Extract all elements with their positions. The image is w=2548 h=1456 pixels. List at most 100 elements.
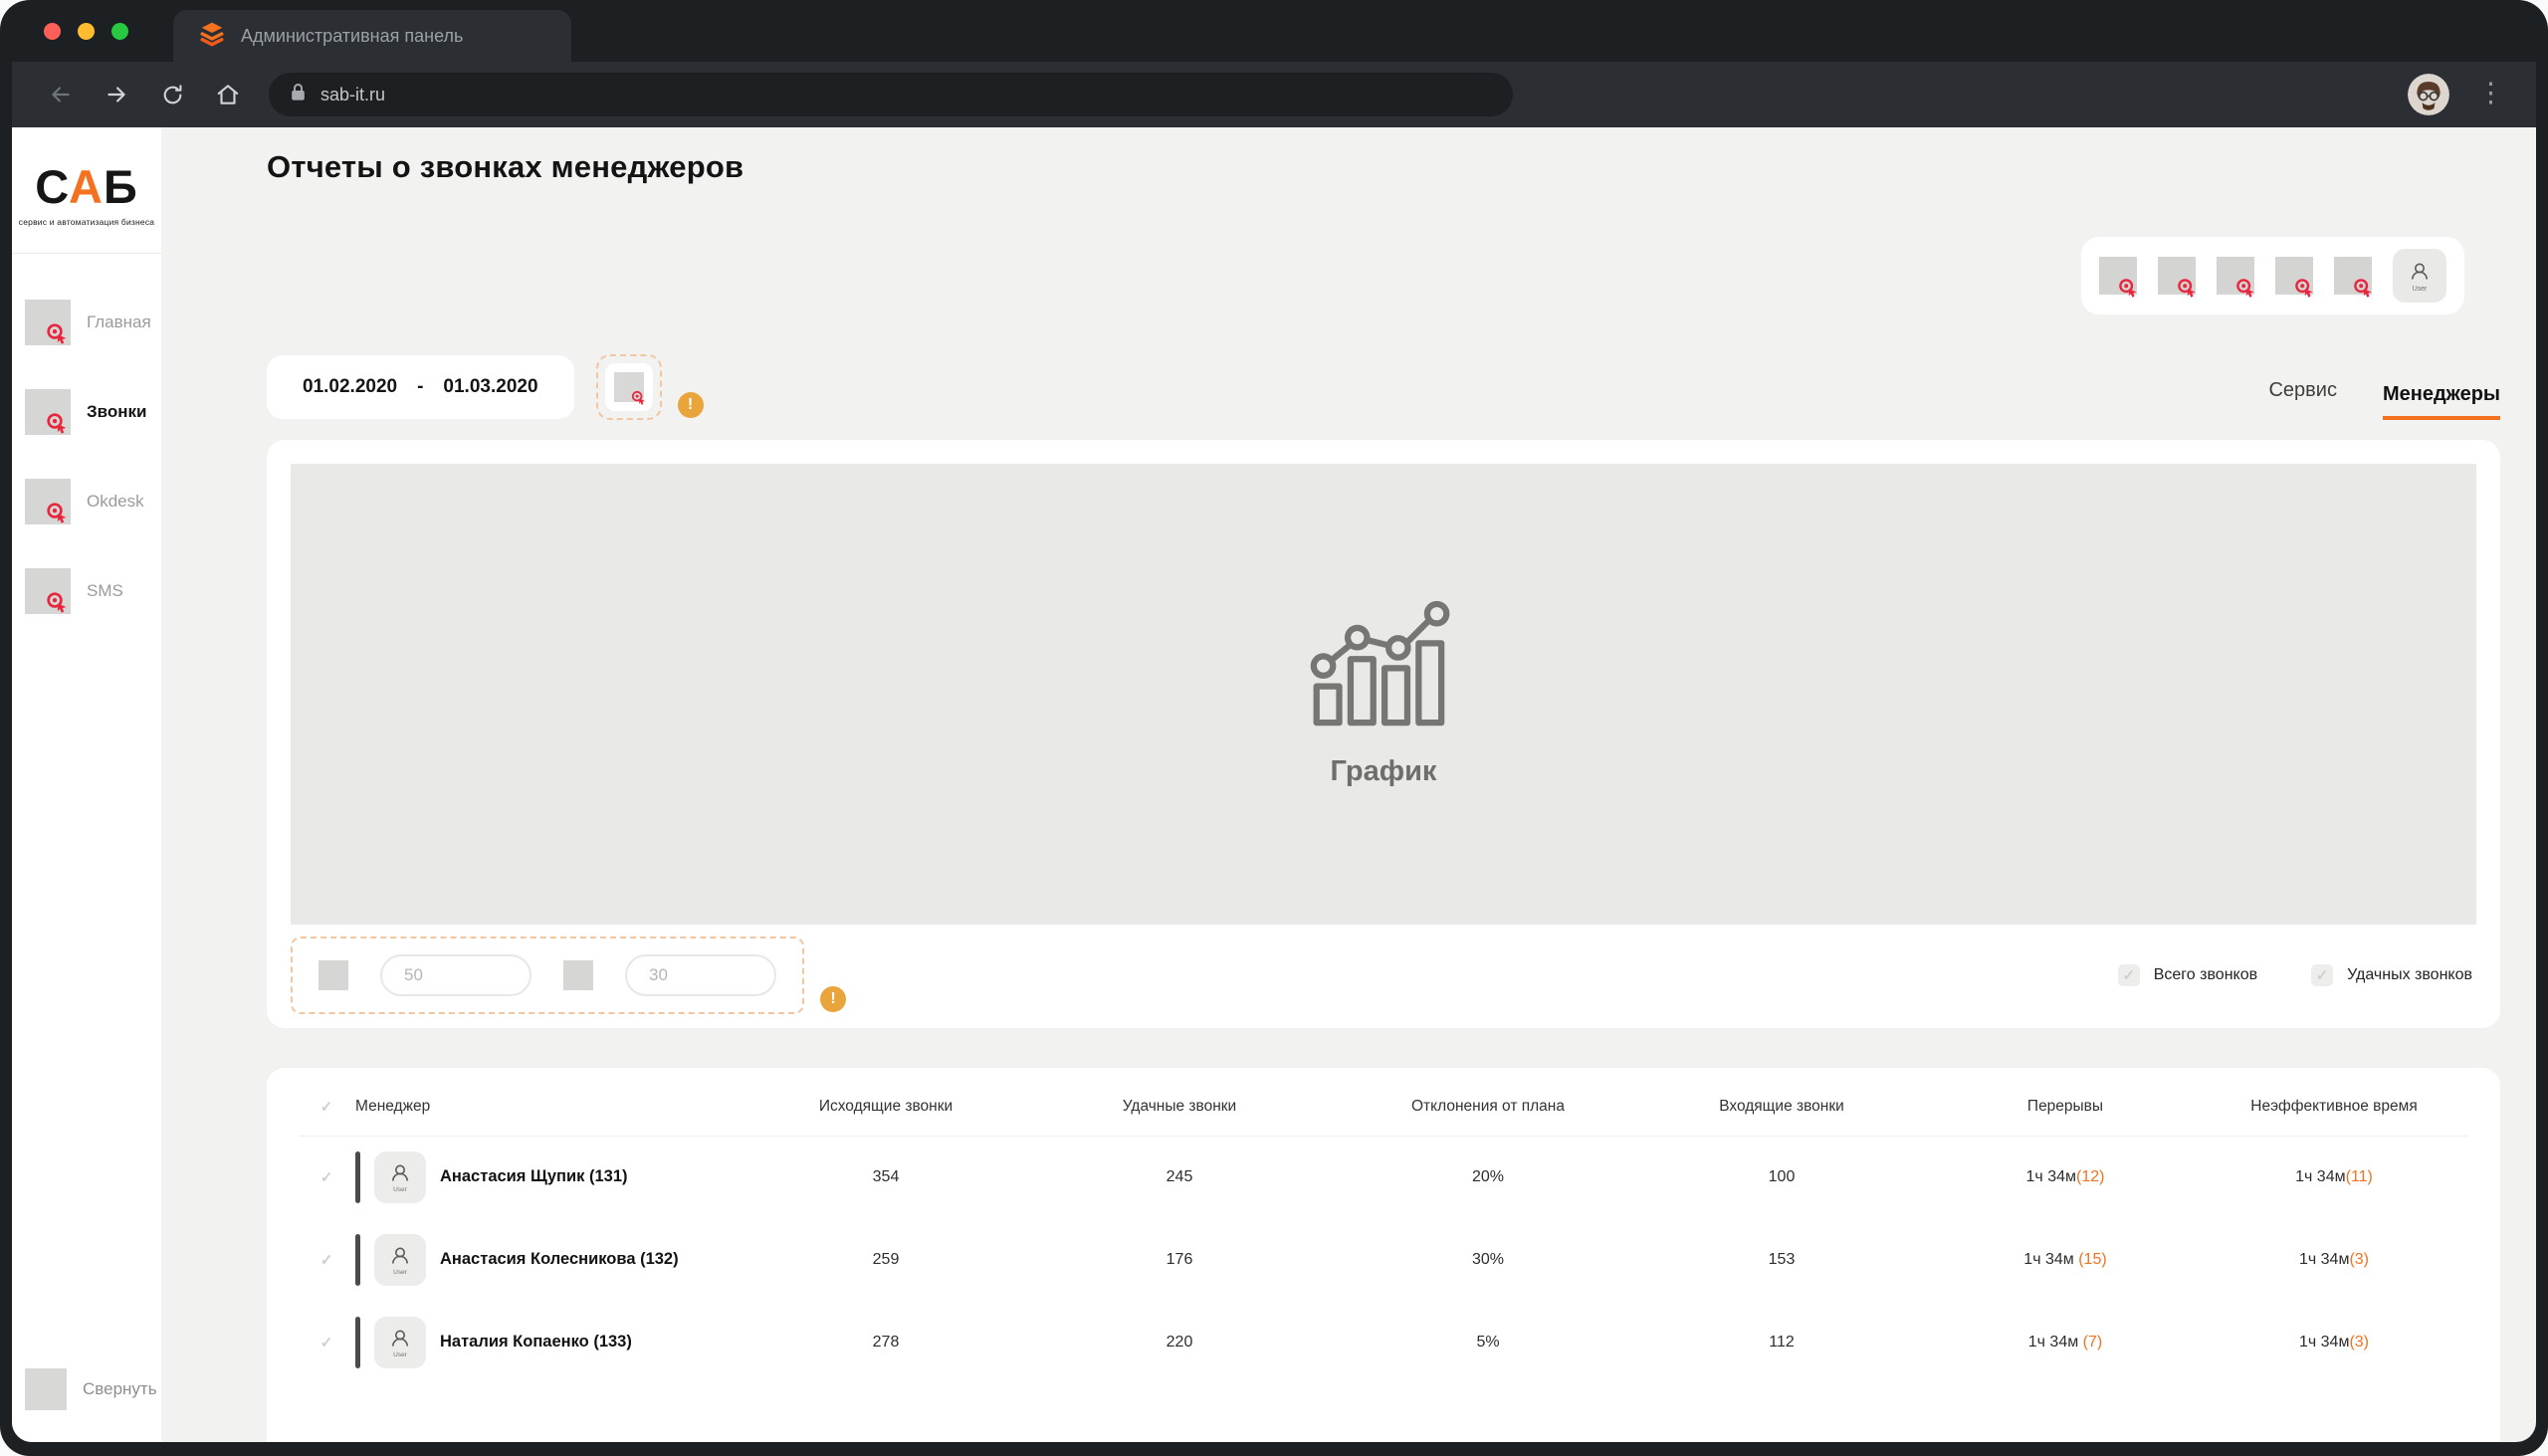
legend-label: Удачных звонков <box>2347 966 2472 984</box>
incoming-calls-value: 100 <box>1632 1136 1931 1218</box>
manager-name: Наталия Копаенко (133) <box>440 1333 632 1352</box>
chart-legend: Всего звонков Удачных звонков <box>2118 964 2476 986</box>
col-header-incoming: Входящие звонки <box>1632 1078 1931 1136</box>
logo-letter-accent: А <box>69 160 104 213</box>
page: САБ сервис и автоматизация бизнеса Главн… <box>12 127 2536 1442</box>
browser-window: Административная панель sab-it.ru <box>0 0 2548 1456</box>
broken-image-icon <box>25 389 71 435</box>
col-header-deviation: Отклонения от плана <box>1344 1078 1632 1136</box>
tab-title: Административная панель <box>241 26 463 47</box>
close-window-button[interactable] <box>44 23 61 40</box>
sidebar-nav: Главная Звонки Okdesk SMS <box>12 254 161 614</box>
sidebar-item-label: SMS <box>87 581 123 601</box>
sidebar-item-sms[interactable]: SMS <box>25 568 161 614</box>
logo-letter: С <box>35 160 69 213</box>
inefficient-time-value: 1ч 34м(3) <box>2200 1301 2468 1383</box>
manager-name: Анастасия Щупик (131) <box>440 1167 628 1186</box>
plan-thresholds-group <box>291 936 804 1014</box>
deviation-value: 5% <box>1344 1301 1632 1383</box>
manager-avatar-button[interactable]: User <box>374 1317 426 1368</box>
successful-calls-value: 176 <box>1015 1218 1344 1301</box>
outgoing-calls-value: 354 <box>756 1136 1015 1218</box>
bar-chart-icon <box>1309 600 1458 729</box>
browser-menu-icon[interactable]: ⋮ <box>2459 78 2510 112</box>
threshold-input-1[interactable] <box>380 954 531 996</box>
window-controls <box>12 23 161 62</box>
page-title: Отчеты о звонках менеджеров <box>267 149 743 185</box>
maximize-window-button[interactable] <box>111 23 128 40</box>
table-row: User Анастасия Колесникова (132) 259 176… <box>299 1218 2468 1301</box>
inefficient-time-value: 1ч 34м(3) <box>2200 1218 2468 1301</box>
main-content: Отчеты о звонках менеджеров User <box>161 127 2536 1442</box>
url-bar[interactable]: sab-it.ru <box>269 73 1513 116</box>
warning-badge: ! <box>678 392 704 418</box>
legend-item-successful: Удачных звонков <box>2311 964 2472 986</box>
action-broken-image-icon[interactable] <box>2217 257 2254 295</box>
reload-icon[interactable] <box>149 72 195 117</box>
sidebar-item-label: Okdesk <box>87 492 144 512</box>
user-button[interactable]: User <box>2393 249 2446 303</box>
broken-image-icon <box>25 300 71 345</box>
col-header-breaks: Перерывы <box>1931 1078 2200 1136</box>
manager-avatar-button[interactable]: User <box>374 1151 426 1203</box>
date-range-picker[interactable]: 01.02.2020 - 01.03.2020 <box>267 355 574 419</box>
browser-tabstrip: Административная панель <box>12 0 2536 62</box>
row-accent-bar <box>355 1151 360 1203</box>
profile-avatar[interactable] <box>2408 74 2449 115</box>
broken-image-icon <box>25 568 71 614</box>
deviation-value: 20% <box>1344 1136 1632 1218</box>
warning-badge: ! <box>820 986 846 1012</box>
browser-toolbar: sab-it.ru ⋮ <box>12 62 2536 127</box>
action-broken-image-icon[interactable] <box>2099 257 2137 295</box>
manager-name: Анастасия Колесникова (132) <box>440 1250 679 1269</box>
tab-managers[interactable]: Менеджеры <box>2383 383 2500 420</box>
managers-table: Менеджер Исходящие звонки Удачные звонки… <box>299 1078 2468 1383</box>
browser-tab[interactable]: Административная панель <box>173 10 571 62</box>
logo-letter: Б <box>104 160 138 213</box>
home-icon[interactable] <box>205 72 251 117</box>
sidebar-item-label: Звонки <box>87 402 147 422</box>
incoming-calls-value: 153 <box>1632 1218 1931 1301</box>
breaks-value: 1ч 34м(12) <box>1931 1136 2200 1218</box>
action-broken-image-icon[interactable] <box>2158 257 2196 295</box>
threshold-icon-placeholder[interactable] <box>318 960 348 990</box>
forward-icon[interactable] <box>94 72 139 117</box>
date-from: 01.02.2020 <box>303 376 397 398</box>
header-actions-card: User <box>2081 237 2464 314</box>
action-broken-image-icon[interactable] <box>2334 257 2372 295</box>
threshold-icon-placeholder[interactable] <box>563 960 593 990</box>
url-text: sab-it.ru <box>320 85 385 105</box>
total-calls-checkbox[interactable] <box>2118 964 2140 986</box>
tab-service[interactable]: Сервис <box>2268 379 2337 420</box>
manager-avatar-button[interactable]: User <box>374 1234 426 1286</box>
deviation-value: 30% <box>1344 1218 1632 1301</box>
col-header-inefficient: Неэффективное время <box>2200 1078 2468 1136</box>
calendar-button-placeholder[interactable] <box>596 354 662 420</box>
sidebar-item-main[interactable]: Главная <box>25 300 161 345</box>
logo-tagline: сервис и автоматизация бизнеса <box>18 217 155 227</box>
user-button-label: User <box>2413 286 2428 293</box>
outgoing-calls-value: 259 <box>756 1218 1015 1301</box>
back-icon[interactable] <box>38 72 84 117</box>
table-row: User Анастасия Щупик (131) 354 245 20% 1… <box>299 1136 2468 1218</box>
minimize-window-button[interactable] <box>78 23 95 40</box>
view-tabs: Сервис Менеджеры <box>2268 379 2500 420</box>
sidebar: САБ сервис и автоматизация бизнеса Главн… <box>12 127 161 1442</box>
col-header-outgoing: Исходящие звонки <box>756 1078 1015 1136</box>
sidebar-item-calls[interactable]: Звонки <box>25 389 161 435</box>
sidebar-item-okdesk[interactable]: Okdesk <box>25 479 161 524</box>
breaks-value: 1ч 34м (15) <box>1931 1218 2200 1301</box>
action-broken-image-icon[interactable] <box>2275 257 2313 295</box>
breaks-value: 1ч 34м (7) <box>1931 1301 2200 1383</box>
row-accent-bar <box>355 1317 360 1368</box>
date-filter-group: 01.02.2020 - 01.03.2020 ! <box>267 354 704 420</box>
chart-card: График ! Всего звонков <box>267 440 2500 1028</box>
threshold-input-2[interactable] <box>625 954 776 996</box>
layers-favicon-icon <box>199 21 225 52</box>
successful-calls-checkbox[interactable] <box>2311 964 2333 986</box>
chart-placeholder: График <box>291 464 2476 925</box>
table-header-row: Менеджер Исходящие звонки Удачные звонки… <box>299 1078 2468 1136</box>
sidebar-collapse-button[interactable]: Свернуть <box>12 1368 161 1442</box>
broken-image-icon <box>25 479 71 524</box>
legend-label: Всего звонков <box>2154 966 2257 984</box>
